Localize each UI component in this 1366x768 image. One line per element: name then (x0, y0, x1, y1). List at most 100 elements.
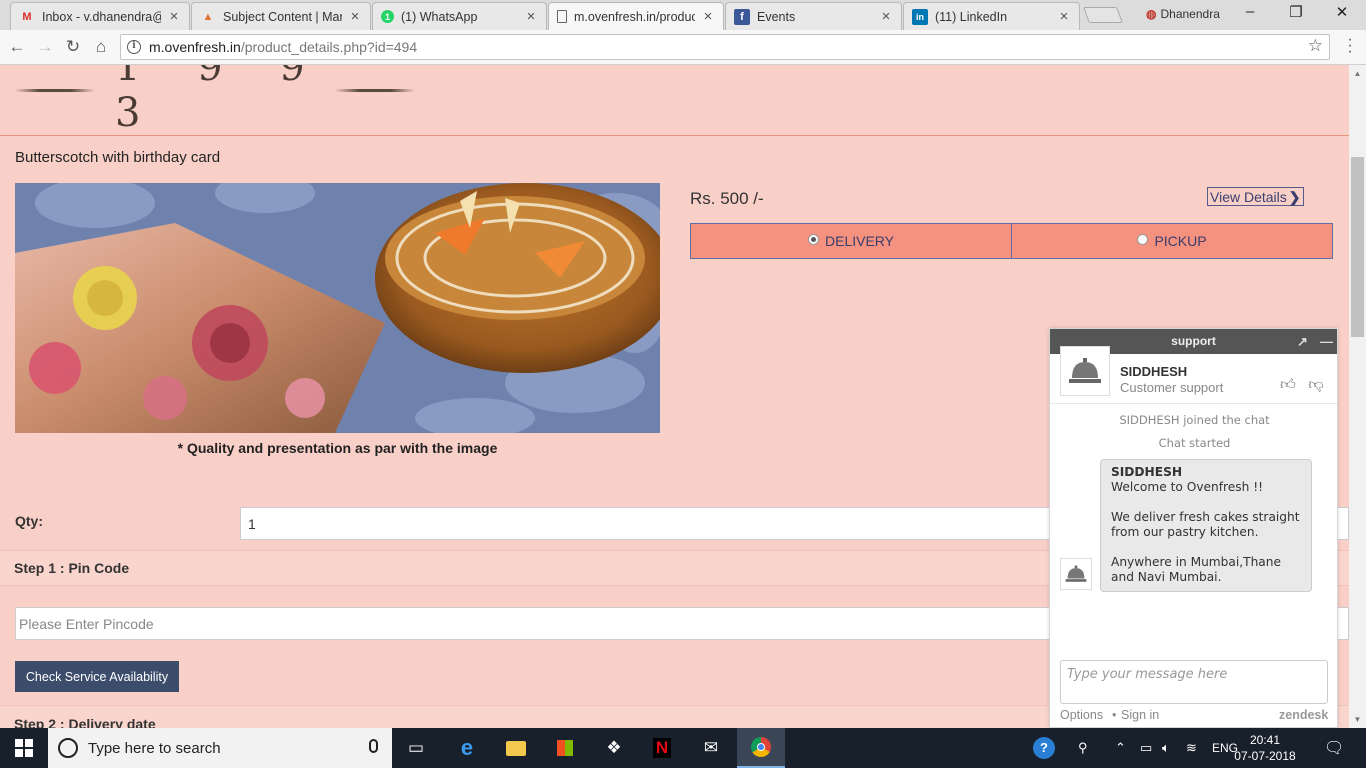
zendesk-logo[interactable]: zendesk (1279, 708, 1328, 722)
service-bell-icon (1065, 565, 1087, 582)
home-icon[interactable]: ⌂ (90, 36, 112, 58)
back-icon[interactable]: ← (6, 36, 28, 58)
windows-start-icon[interactable] (0, 728, 48, 768)
chevron-right-icon: ❯ (1288, 188, 1301, 205)
logo-rule-right (334, 88, 415, 92)
chat-signin-link[interactable]: Sign in (1121, 708, 1159, 722)
system-clock[interactable]: 20:41 07-07-2018 (1230, 732, 1300, 764)
tab-events[interactable]: f Events × (725, 2, 902, 30)
close-icon[interactable]: × (167, 8, 181, 25)
site-logo: 1 9 9 3 (15, 65, 415, 136)
url-host: m.ovenfresh.in (149, 39, 241, 55)
close-icon[interactable]: × (524, 8, 538, 25)
facebook-icon: f (734, 8, 750, 25)
page-scrollbar[interactable]: ▲ ▼ (1349, 65, 1366, 728)
microphone-icon[interactable] (369, 739, 378, 753)
linkedin-icon: in (912, 8, 928, 25)
close-icon[interactable]: × (701, 8, 715, 25)
profile-name: Dhanendra (1160, 7, 1220, 21)
clock-date: 07-07-2018 (1234, 749, 1296, 763)
tab-whatsapp[interactable]: 1 (1) WhatsApp × (372, 2, 547, 30)
scroll-down-icon[interactable]: ▼ (1349, 711, 1366, 728)
delivery-label: DELIVERY (825, 233, 894, 249)
mail-icon[interactable]: ✉ (687, 728, 735, 768)
message-paragraph: Anywhere in Mumbai,Thane and Navi Mumbai… (1111, 555, 1281, 584)
battery-icon[interactable]: ▭ (1140, 728, 1152, 768)
close-window-icon[interactable]: ✕ (1322, 3, 1362, 25)
tab-subject-content[interactable]: ▲ Subject Content | Man × (191, 2, 371, 30)
tab-strip: M Inbox - v.dhanendra@ × ▲ Subject Conte… (0, 0, 1366, 30)
minimize-chat-icon[interactable]: — (1320, 329, 1333, 354)
popout-icon[interactable]: ↗ (1297, 329, 1308, 354)
close-icon[interactable]: × (879, 8, 893, 25)
step1-label: Step 1 : Pin Code (14, 560, 130, 576)
thumbs-up-icon[interactable]: 👍︎ (1278, 376, 1298, 396)
chat-options-link[interactable]: Options (1060, 708, 1103, 722)
chrome-icon[interactable] (737, 728, 785, 768)
help-icon[interactable]: ? (1033, 728, 1055, 768)
tab-label: (11) LinkedIn (935, 9, 1008, 24)
logo-rule-left (15, 88, 96, 92)
chat-message-input[interactable]: Type your message here (1060, 660, 1328, 704)
clock-time: 20:41 (1249, 733, 1281, 747)
agent-bar: SIDDHESH Customer support 👍︎ 👎︎ (1050, 346, 1337, 404)
cake-icon: ▲ (202, 10, 214, 23)
address-bar[interactable]: i m.ovenfresh.in/product_details.php?id=… (120, 34, 1330, 60)
service-bell-icon (1069, 358, 1101, 383)
view-details-button[interactable]: View Details ❯ (1207, 187, 1304, 206)
minimize-icon[interactable]: – (1230, 3, 1270, 25)
step2-label: Step 2 : Delivery date (14, 716, 156, 728)
taskbar-search[interactable]: Type here to search (48, 728, 392, 768)
dropbox-icon[interactable]: ❖ (590, 728, 638, 768)
close-icon[interactable]: × (348, 8, 362, 25)
tab-linkedin[interactable]: in (11) LinkedIn × (903, 2, 1080, 30)
tab-label: Inbox - v.dhanendra@ (42, 9, 161, 24)
tab-gmail[interactable]: M Inbox - v.dhanendra@ × (10, 2, 190, 30)
footer-separator: • (1112, 708, 1117, 722)
check-service-button[interactable]: Check Service Availability (15, 661, 179, 692)
tab-label: Events (757, 9, 796, 24)
pickup-option[interactable]: PICKUP (1011, 224, 1332, 258)
new-tab-button[interactable] (1083, 7, 1123, 23)
product-image (15, 183, 660, 433)
volume-icon[interactable]: 🔈︎ (1162, 728, 1170, 768)
taskbar: Type here to search ▭ e ❖ N ✉ ? ⚲ ⌃ ▭ 🔈︎… (0, 728, 1366, 768)
netflix-icon[interactable]: N (638, 728, 686, 768)
delivery-option[interactable]: DELIVERY (691, 224, 1011, 258)
agent-name: SIDDHESH (1120, 364, 1188, 379)
tab-label: m.ovenfresh.in/produc (574, 9, 695, 24)
bookmark-star-icon[interactable]: ☆ (1308, 36, 1323, 56)
chevron-up-icon[interactable]: ⌃ (1115, 728, 1126, 768)
chat-widget: support ↗ — SIDDHESH Customer support 👍︎… (1049, 328, 1338, 728)
tab-ovenfresh[interactable]: m.ovenfresh.in/produc × (548, 2, 724, 30)
reload-icon[interactable]: ↻ (62, 36, 84, 58)
chat-message-bubble: SIDDHESH Welcome to Ovenfresh !! We deli… (1100, 459, 1312, 592)
delivery-mode-toggle: DELIVERY PICKUP (690, 223, 1333, 259)
file-explorer-icon[interactable] (492, 728, 540, 768)
notifications-icon[interactable]: 🗨︎ (1324, 728, 1344, 768)
thumbs-down-icon[interactable]: 👎︎ (1306, 376, 1326, 396)
close-icon[interactable]: × (1057, 8, 1071, 25)
agent-role: Customer support (1120, 380, 1224, 395)
cortana-icon (58, 738, 78, 758)
system-message-started: Chat started (1158, 436, 1231, 450)
edge-icon[interactable]: e (443, 728, 491, 768)
gmail-icon: M (22, 10, 32, 23)
wifi-icon[interactable]: ≋ (1186, 728, 1197, 768)
pickup-radio[interactable] (1137, 233, 1149, 245)
people-icon[interactable]: ⚲ (1078, 728, 1088, 768)
profile-button[interactable]: ◍ Dhanendra (1146, 7, 1220, 21)
windows-logo-icon (15, 739, 33, 757)
forward-icon[interactable]: → (34, 36, 56, 58)
taskbar-search-placeholder: Type here to search (88, 739, 221, 757)
delivery-radio[interactable] (808, 233, 819, 245)
restore-icon[interactable]: ❐ (1276, 3, 1316, 25)
agent-avatar (1060, 346, 1110, 396)
image-caption: * Quality and presentation as par with t… (177, 440, 498, 456)
info-icon[interactable]: i (127, 40, 141, 54)
task-view-icon[interactable]: ▭ (392, 728, 440, 768)
menu-icon[interactable]: · · · (1342, 32, 1358, 60)
scroll-up-icon[interactable]: ▲ (1349, 65, 1366, 82)
scroll-thumb[interactable] (1351, 157, 1364, 337)
store-icon[interactable] (541, 728, 589, 768)
